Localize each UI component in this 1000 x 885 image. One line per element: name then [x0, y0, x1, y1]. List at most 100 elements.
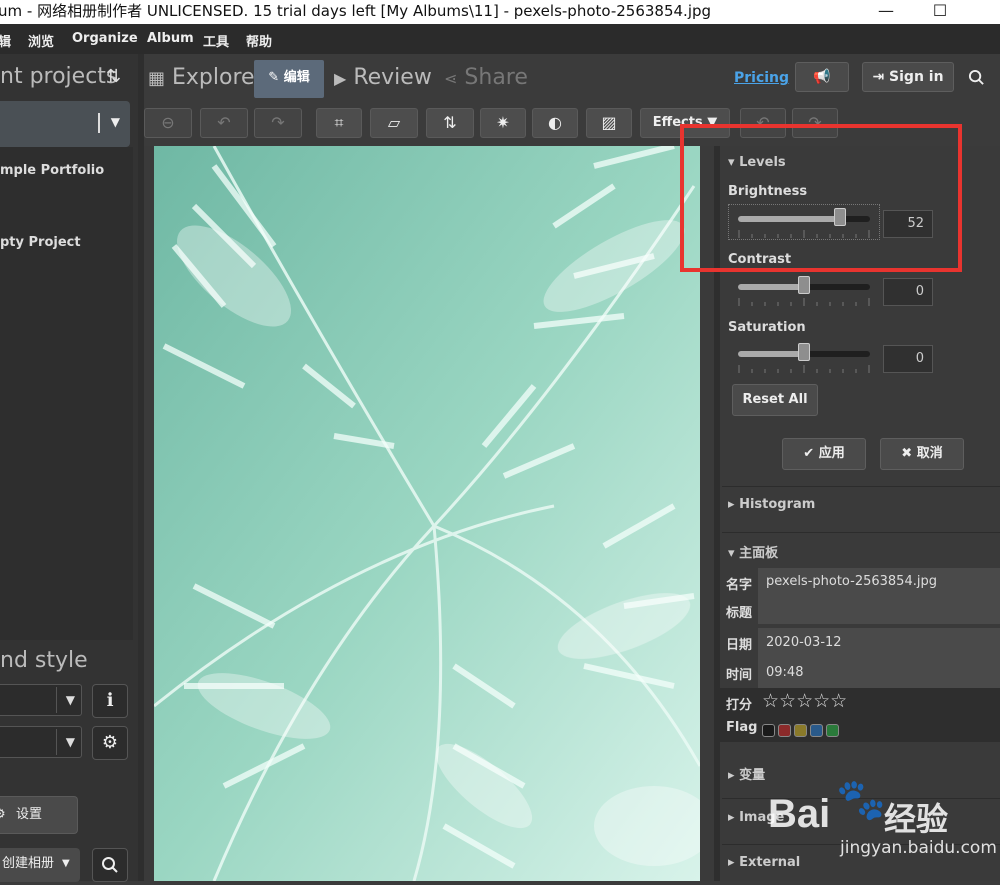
chevron-right-icon: ▸ [728, 497, 735, 512]
rating-stars[interactable]: ☆☆☆☆☆ [762, 690, 847, 712]
saturation-slider-thumb[interactable] [798, 343, 810, 361]
menu-organize[interactable]: Organize [72, 31, 138, 46]
flag-none[interactable] [762, 724, 775, 737]
image-button[interactable]: ▨ [586, 108, 632, 138]
pencil-icon: ✎ [268, 70, 280, 85]
straighten-button[interactable]: ▱ [370, 108, 418, 138]
project-selector[interactable]: ▼ [0, 101, 130, 147]
contrast-value-input[interactable]: 0 [883, 278, 933, 306]
pricing-link[interactable]: Pricing [734, 70, 789, 86]
paw-icon: 🐾 [836, 777, 886, 823]
adjust-button[interactable]: ✷ [480, 108, 526, 138]
flag-green[interactable] [826, 724, 839, 737]
sun-icon: ✷ [496, 113, 510, 132]
cancel-button[interactable]: ✖ 取消 [880, 438, 964, 470]
contrast-button[interactable]: ◐ [532, 108, 578, 138]
announcements-button[interactable]: 📢 [795, 62, 849, 92]
straighten-icon: ▱ [387, 113, 401, 132]
metadata-name-row: 名字 标题 pexels-photo-2563854.jpg [720, 568, 1000, 624]
metadata-time-row: 时间 09:48 [720, 658, 1000, 688]
chevron-right-icon: ▸ [728, 855, 735, 870]
menu-edit[interactable]: 辑 [0, 31, 11, 50]
watermark-brand: Bai [768, 792, 831, 836]
main-panel-section-header[interactable]: ▾ 主面板 [728, 542, 778, 561]
style-select[interactable]: ▼ [0, 684, 82, 716]
watermark-url: jingyan.baidu.com [840, 838, 997, 858]
main-tabs: ▦ Explore ✎ 编辑 ▶ Review ⋖ Share Pricing … [144, 54, 1000, 100]
image-icon: ▨ [601, 113, 617, 132]
minus-circle-icon: ⊖ [161, 113, 175, 132]
window-title: um - 网络相册制作者 UNLICENSED. 15 trial days l… [0, 2, 712, 20]
saturation-label: Saturation [728, 320, 806, 335]
baidu-watermark: Bai 🐾 经验 jingyan.baidu.com [760, 768, 1000, 881]
fern-leaves-image [154, 146, 700, 881]
highlight-annotation [680, 124, 962, 272]
menu-bar: 辑 浏览 Organize Album 工具 帮助 [0, 24, 1000, 54]
rotate-right-button[interactable]: ↷ [254, 108, 302, 138]
settings-button[interactable]: ⚙ 设置 [0, 796, 78, 834]
project-list: mple Portfolio pty Project [0, 147, 133, 640]
image-canvas [144, 146, 714, 881]
time-field[interactable]: 09:48 [758, 658, 1000, 688]
crop-button[interactable]: ⌗ [316, 108, 362, 138]
create-album-button[interactable]: 创建相册 ▼ [0, 848, 80, 882]
contrast-ticks [738, 298, 870, 306]
metadata-date-row: 日期 2020-03-12 [720, 628, 1000, 658]
rotate-left-icon: ↶ [217, 113, 231, 132]
search-icon[interactable] [968, 69, 985, 90]
flag-red[interactable] [778, 724, 791, 737]
menu-help[interactable]: 帮助 [246, 31, 272, 50]
sign-in-button[interactable]: ⇥ Sign in [862, 62, 954, 92]
chevron-right-icon: ▸ [728, 768, 735, 783]
projects-heading: nt projects ⇅ [0, 64, 122, 90]
contrast-icon: ◐ [548, 113, 562, 132]
minimize-icon[interactable]: — [866, 0, 906, 24]
info-button[interactable]: ℹ [92, 684, 128, 718]
sign-in-icon: ⇥ [872, 69, 885, 85]
tab-explore[interactable]: ▦ Explore [148, 66, 255, 91]
menu-tools[interactable]: 工具 [203, 31, 229, 50]
tab-share[interactable]: ⋖ Share [444, 66, 528, 91]
saturation-slider-fill [738, 351, 804, 357]
flip-icon: ⇅ [443, 113, 457, 132]
menu-album[interactable]: Album [147, 31, 194, 46]
contrast-slider-fill [738, 284, 804, 290]
project-item[interactable]: pty Project [0, 235, 81, 250]
chevron-down-icon: ▼ [110, 115, 120, 129]
name-field[interactable]: pexels-photo-2563854.jpg [758, 568, 1000, 624]
edited-photo[interactable] [154, 146, 700, 881]
crop-icon: ⌗ [334, 113, 344, 132]
project-item[interactable]: mple Portfolio [0, 163, 104, 178]
reset-all-button[interactable]: Reset All [732, 384, 818, 416]
window-titlebar: um - 网络相册制作者 UNLICENSED. 15 trial days l… [0, 0, 1000, 24]
theme-select[interactable]: ▼ [0, 726, 82, 758]
sort-icon[interactable]: ⇅ [106, 64, 121, 90]
chevron-down-icon: ▾ [728, 546, 735, 561]
search-icon [102, 857, 118, 873]
flag-yellow[interactable] [794, 724, 807, 737]
style-settings-button[interactable]: ⚙ [92, 726, 128, 760]
saturation-value-input[interactable]: 0 [883, 345, 933, 373]
info-icon: ℹ [106, 690, 114, 711]
apply-button[interactable]: ✔ 应用 [782, 438, 866, 470]
flip-button[interactable]: ⇅ [426, 108, 474, 138]
tab-review[interactable]: ▶ Review [334, 66, 432, 91]
histogram-section-header[interactable]: ▸ Histogram [728, 497, 815, 512]
text-cursor-icon [98, 113, 100, 133]
search-button[interactable] [92, 848, 128, 882]
contrast-slider-thumb[interactable] [798, 276, 810, 294]
maximize-icon[interactable]: ☐ [920, 0, 960, 24]
gear-icon: ⚙ [101, 732, 119, 753]
date-field[interactable]: 2020-03-12 [758, 628, 1000, 658]
tab-edit[interactable]: ✎ 编辑 [254, 60, 324, 98]
remove-button[interactable]: ⊖ [144, 108, 192, 138]
gear-icon: ⚙ [0, 797, 6, 833]
rotate-left-button[interactable]: ↶ [200, 108, 248, 138]
flag-blue[interactable] [810, 724, 823, 737]
saturation-ticks [738, 365, 870, 373]
grid-icon: ▦ [148, 68, 166, 89]
flag-swatches [762, 720, 842, 739]
menu-browse[interactable]: 浏览 [28, 31, 54, 50]
rotate-right-icon: ↷ [271, 113, 285, 132]
chevron-down-icon: ▼ [65, 693, 75, 707]
